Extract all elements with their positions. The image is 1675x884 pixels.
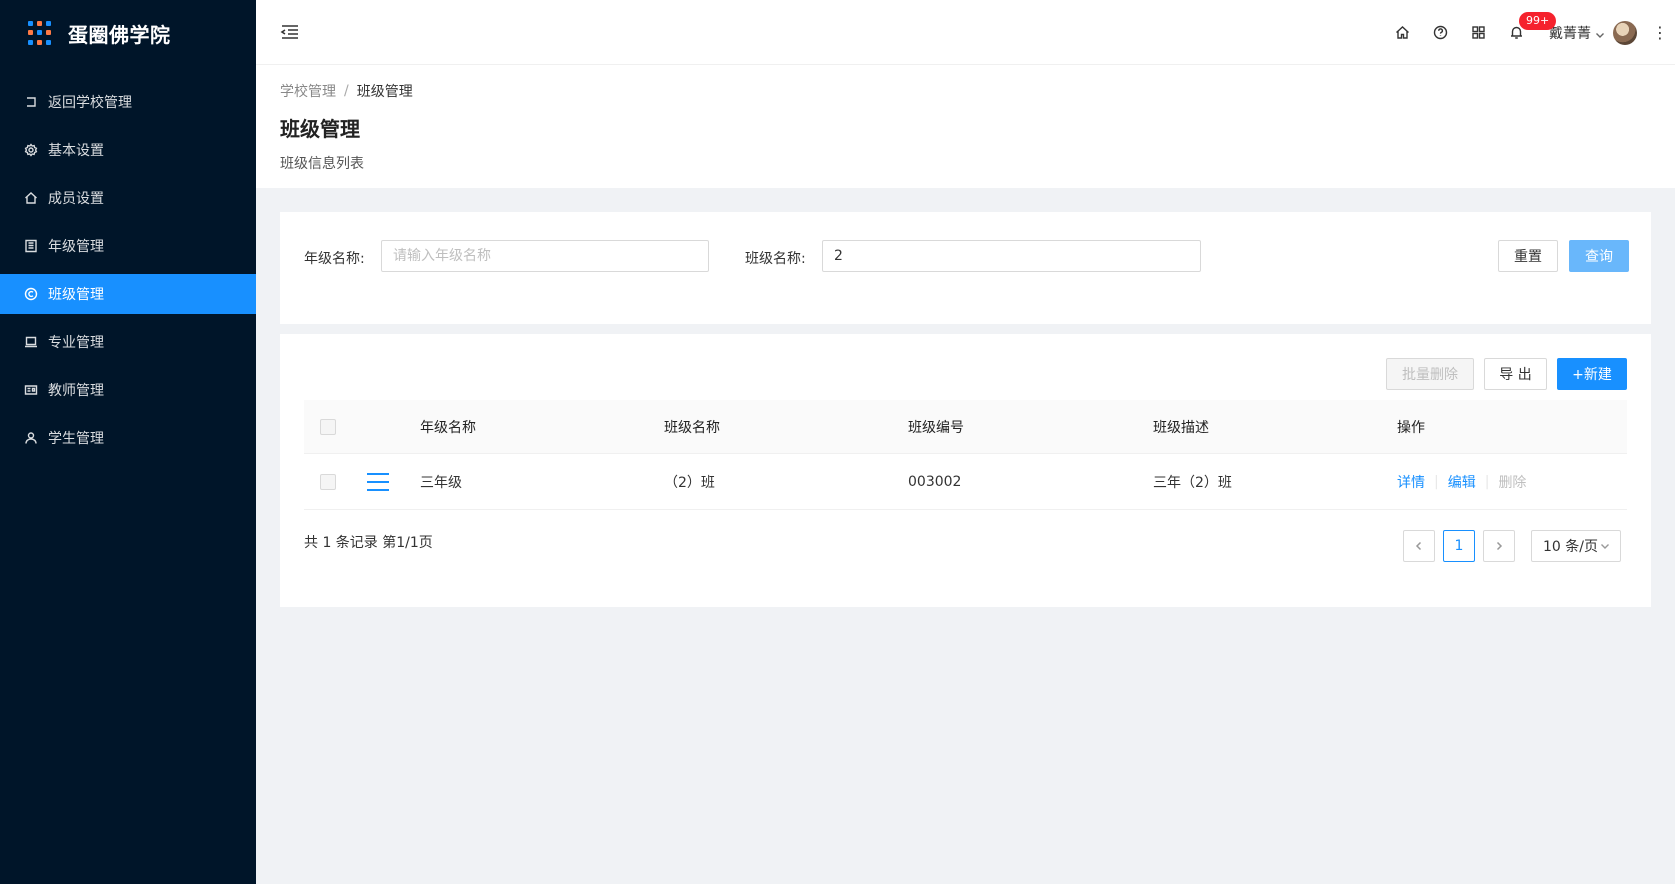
header-actions: 99+ 戴菁菁 ⋮ bbox=[1383, 0, 1675, 65]
class-name-input[interactable] bbox=[822, 240, 1201, 272]
delete-link[interactable]: 删除 bbox=[1498, 472, 1526, 492]
page-size-value: 10 条/页 bbox=[1543, 539, 1598, 555]
more-vertical-icon[interactable]: ⋮ bbox=[1645, 0, 1675, 65]
sidebar-item-label: 教师管理 bbox=[48, 383, 104, 399]
home-icon[interactable] bbox=[1383, 0, 1421, 65]
question-icon[interactable] bbox=[1421, 0, 1459, 65]
gear-icon bbox=[24, 143, 38, 157]
notification-badge: 99+ bbox=[1519, 12, 1557, 30]
bell-icon[interactable]: 99+ bbox=[1497, 0, 1557, 65]
page-title: 班级管理 bbox=[280, 117, 360, 141]
logo[interactable]: 蛋圈佛学院 bbox=[0, 0, 256, 66]
column-header-class-name[interactable]: 班级名称 bbox=[664, 400, 720, 453]
breadcrumb-link-school[interactable]: 学校管理 bbox=[280, 81, 336, 101]
search-form: 年级名称: 班级名称: 重置 查询 bbox=[280, 212, 1651, 324]
query-button[interactable]: 查询 bbox=[1569, 240, 1629, 272]
new-button[interactable]: +新建 bbox=[1557, 358, 1627, 390]
page-subtitle: 班级信息列表 bbox=[280, 156, 364, 172]
row-checkbox[interactable] bbox=[320, 473, 336, 490]
breadcrumb-current: 班级管理 bbox=[356, 84, 413, 100]
table-row: 三年级 （2）班 003002 三年（2）班 详情 | 编辑 | 删除 bbox=[304, 454, 1627, 510]
sidebar-item-teacher-management[interactable]: 教师管理 bbox=[0, 370, 256, 410]
cell-grade: 三年级 bbox=[420, 474, 462, 491]
menu-fold-icon[interactable] bbox=[280, 22, 302, 44]
sidebar-item-basic-settings[interactable]: 基本设置 bbox=[0, 130, 256, 170]
sidebar-item-label: 返回学校管理 bbox=[48, 95, 132, 111]
drag-handle-icon[interactable] bbox=[367, 472, 389, 491]
column-header-class-no[interactable]: 班级编号 bbox=[908, 400, 964, 453]
avatar[interactable] bbox=[1613, 20, 1637, 45]
chevron-right-icon bbox=[1496, 541, 1503, 551]
batch-delete-button[interactable]: 批量删除 bbox=[1386, 358, 1474, 390]
sidebar-item-member-settings[interactable]: 成员设置 bbox=[0, 178, 256, 218]
prev-page-button[interactable] bbox=[1403, 530, 1435, 562]
home-icon bbox=[24, 191, 38, 205]
cell-description: 三年（2）班 bbox=[1153, 474, 1232, 491]
sidebar: 蛋圈佛学院 返回学校管理 基本设置 成员设置 年级管理 班级管理 专业管理 教师… bbox=[0, 0, 256, 884]
sidebar-item-label: 基本设置 bbox=[48, 143, 104, 159]
chevron-down-icon bbox=[1600, 544, 1609, 549]
back-icon bbox=[24, 95, 38, 109]
logo-grid-icon bbox=[28, 21, 52, 45]
sidebar-item-student-management[interactable]: 学生管理 bbox=[0, 418, 256, 458]
class-name-label: 班级名称: bbox=[745, 251, 806, 267]
chevron-down-icon bbox=[1595, 28, 1605, 38]
sidebar-item-label: 学生管理 bbox=[48, 431, 104, 447]
class-table: 年级名称 班级名称 班级编号 班级描述 操作 三年级 （2）班 003002 三… bbox=[304, 400, 1627, 510]
grade-name-label: 年级名称: bbox=[304, 251, 365, 267]
sidebar-item-label: 年级管理 bbox=[48, 239, 104, 255]
copyright-icon bbox=[24, 287, 38, 301]
page-1-button[interactable]: 1 bbox=[1443, 530, 1475, 562]
sidebar-item-label: 成员设置 bbox=[48, 191, 104, 207]
action-divider: | bbox=[1434, 473, 1439, 490]
appstore-icon[interactable] bbox=[1459, 0, 1497, 65]
chevron-left-icon bbox=[1415, 541, 1422, 551]
sidebar-item-major-management[interactable]: 专业管理 bbox=[0, 322, 256, 362]
column-header-grade[interactable]: 年级名称 bbox=[420, 400, 476, 453]
total-records: 共 1 条记录 第1/1页 bbox=[304, 535, 433, 551]
table-card: 批量删除 导 出 +新建 年级名称 班级名称 班级编号 班级描述 操作 三年级 … bbox=[280, 334, 1651, 607]
sidebar-item-label: 班级管理 bbox=[48, 287, 104, 303]
reset-button[interactable]: 重置 bbox=[1498, 240, 1558, 272]
user-name: 戴菁菁 bbox=[1549, 25, 1591, 42]
select-all-checkbox[interactable] bbox=[320, 418, 336, 435]
grade-name-input[interactable] bbox=[381, 240, 709, 272]
top-header: 99+ 戴菁菁 ⋮ bbox=[256, 0, 1675, 65]
sidebar-item-back-school[interactable]: 返回学校管理 bbox=[0, 82, 256, 122]
app-title: 蛋圈佛学院 bbox=[68, 22, 171, 47]
sidebar-menu: 返回学校管理 基本设置 成员设置 年级管理 班级管理 专业管理 教师管理 学生管… bbox=[0, 82, 256, 458]
sidebar-item-label: 专业管理 bbox=[48, 335, 104, 351]
user-menu[interactable]: 戴菁菁 bbox=[1535, 0, 1645, 65]
cell-class-name: （2）班 bbox=[664, 474, 715, 491]
id-card-icon bbox=[24, 383, 38, 397]
page-size-select[interactable]: 10 条/页 bbox=[1531, 530, 1621, 562]
sidebar-item-grade-management[interactable]: 年级管理 bbox=[0, 226, 256, 266]
detail-link[interactable]: 详情 bbox=[1397, 472, 1425, 492]
sidebar-item-class-management[interactable]: 班级管理 bbox=[0, 274, 256, 314]
building-icon bbox=[24, 239, 38, 253]
edit-link[interactable]: 编辑 bbox=[1448, 472, 1476, 492]
laptop-icon bbox=[24, 335, 38, 349]
table-header: 年级名称 班级名称 班级编号 班级描述 操作 bbox=[304, 400, 1627, 454]
user-icon bbox=[24, 431, 38, 445]
column-header-actions: 操作 bbox=[1397, 419, 1425, 436]
cell-actions: 详情 | 编辑 | 删除 bbox=[1397, 454, 1526, 509]
next-page-button[interactable] bbox=[1483, 530, 1515, 562]
breadcrumb: 学校管理 / 班级管理 bbox=[280, 81, 1651, 101]
cell-class-no: 003002 bbox=[908, 473, 962, 490]
action-divider: | bbox=[1484, 473, 1490, 490]
breadcrumb-separator: / bbox=[344, 83, 349, 99]
page-header: 学校管理 / 班级管理 班级管理 班级信息列表 bbox=[256, 65, 1675, 188]
column-header-description[interactable]: 班级描述 bbox=[1153, 400, 1209, 453]
export-button[interactable]: 导 出 bbox=[1484, 358, 1547, 390]
